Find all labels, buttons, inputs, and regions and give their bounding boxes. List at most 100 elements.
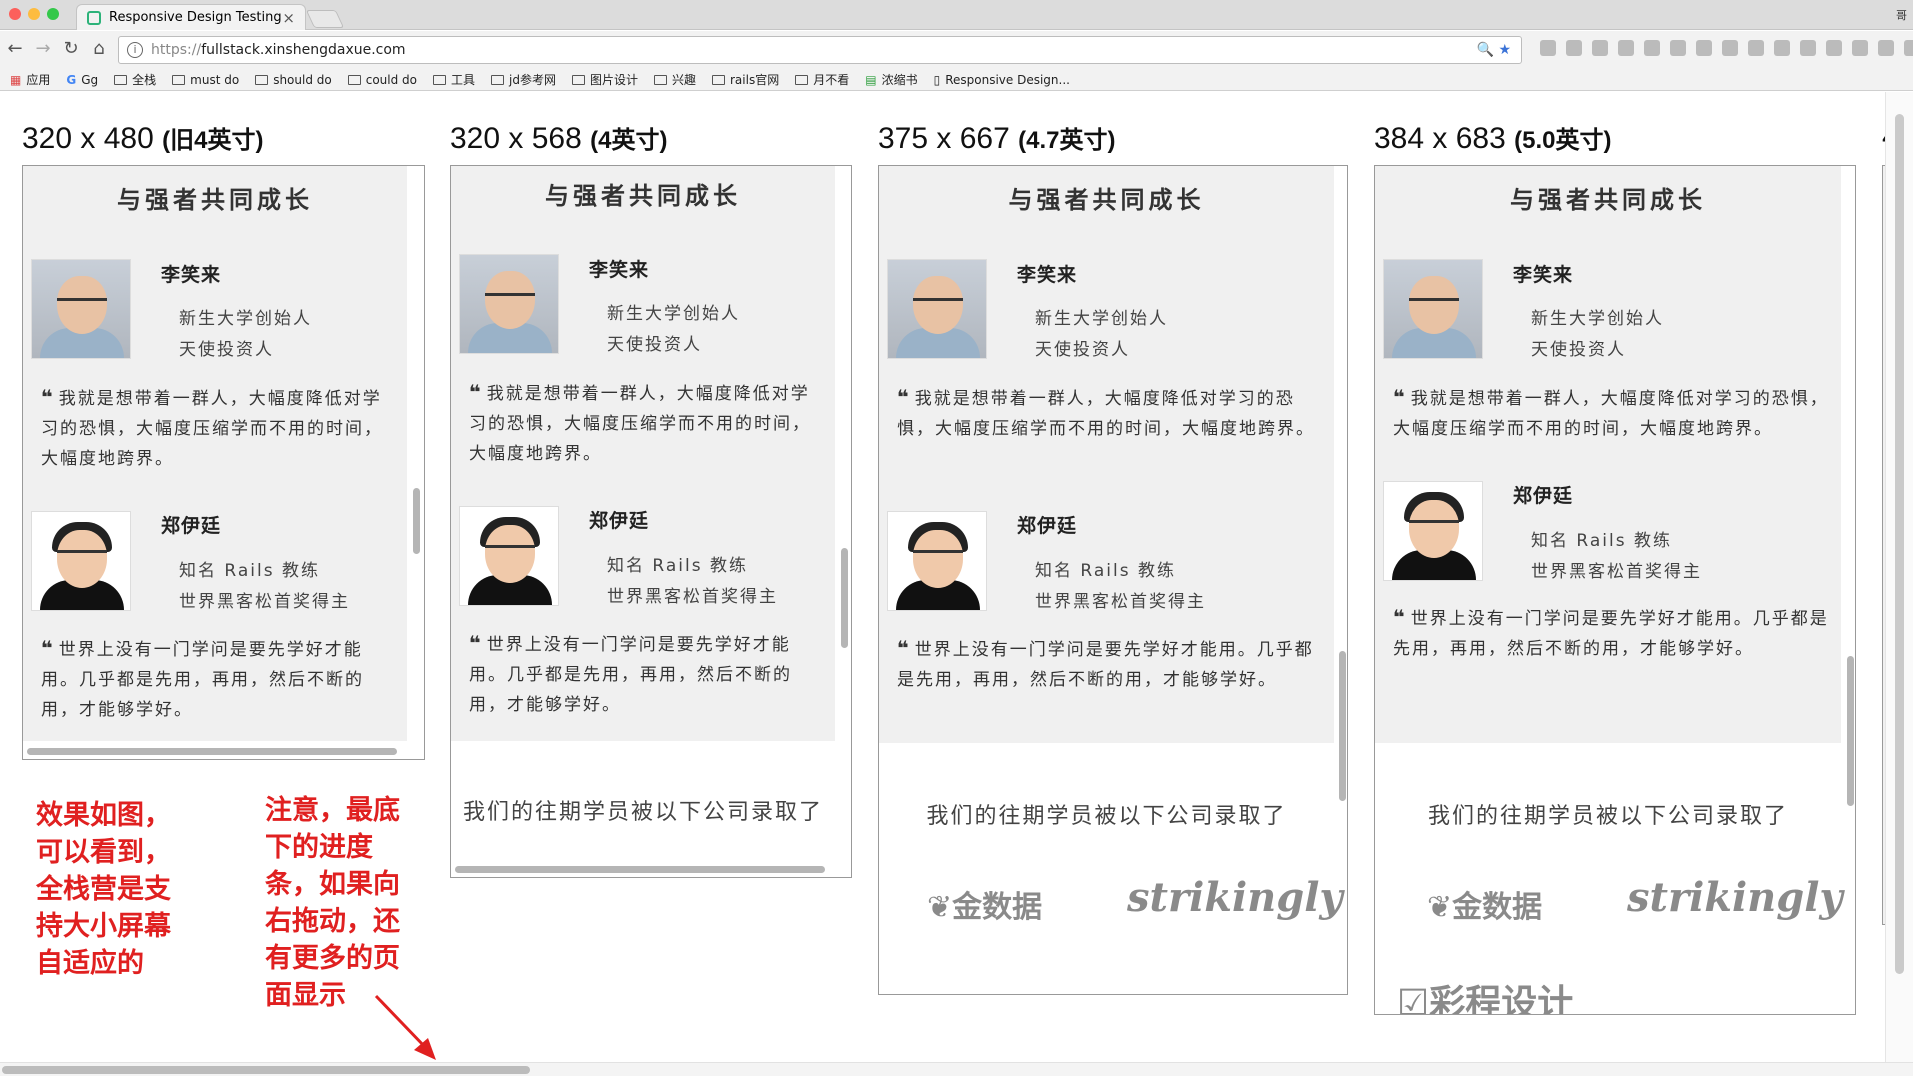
extension-icon[interactable] [1826, 40, 1842, 56]
extension-icon[interactable] [1878, 40, 1894, 56]
mentor-role: 新生大学创始人 [607, 304, 740, 324]
folder-icon [172, 74, 186, 85]
logo-jinshuju: ❦金数据 [1427, 890, 1543, 925]
bookmark-folder[interactable]: must do [172, 73, 239, 87]
extension-icon[interactable] [1618, 40, 1634, 56]
page-vertical-scrollbar-track[interactable] [1885, 92, 1913, 1062]
address-bar[interactable]: i https://fullstack.xinshengdaxue.com 🔍 … [118, 36, 1522, 64]
bookmark-folder[interactable]: jd参考网 [491, 71, 556, 88]
minimize-window-button[interactable] [28, 8, 40, 20]
companies-title: 我们的往期学员被以下公司录取了 [926, 804, 1287, 829]
leaf-icon: ❦ [927, 890, 953, 925]
site-info-icon[interactable]: i [127, 42, 143, 58]
folder-icon [347, 74, 361, 85]
back-arrow-icon[interactable]: ← [4, 38, 26, 59]
frame-vertical-scrollbar[interactable] [841, 548, 848, 648]
extension-icon[interactable] [1696, 40, 1712, 56]
mentor-role: 知名 Rails 教练 [607, 556, 748, 576]
maximize-window-button[interactable] [47, 8, 59, 20]
apps-grid-icon: ▦ [10, 72, 22, 87]
viewport-frame-320x480[interactable]: 与强者共同成长 李笑来 新生大学创始人 天使投资人 ❝ 我就是想带着一群人，大幅度… [22, 165, 425, 760]
mentor-quote: ❝ 世界上没有一门学问是要先学好才能用。几乎都是先用，再用，然后不断的用，才能够学… [897, 636, 1314, 690]
browser-tab-strip: Responsive Design Testing × 哥 [0, 0, 1913, 30]
folder-icon [433, 74, 446, 85]
bookmark-folder[interactable]: could do [347, 73, 417, 87]
mentor-name: 李笑来 [161, 264, 222, 286]
viewport-frame-384x683[interactable]: 与强者共同成长 李笑来 新生大学创始人 天使投资人 ❝ 我就是想带着一群人，大幅度… [1374, 165, 1856, 1015]
bookmark-folder[interactable]: 月不看 [795, 71, 849, 88]
bookmark-folder[interactable]: 全栈 [114, 71, 156, 88]
mentor-role: 知名 Rails 教练 [1035, 561, 1176, 581]
book-icon: ▤ [865, 72, 877, 87]
mentor-quote: ❝ 世界上没有一门学问是要先学好才能用。几乎都是先用，再用，然后不断的用，才能够学… [469, 631, 792, 715]
frame-vertical-scrollbar[interactable] [1339, 651, 1346, 801]
tab-close-icon[interactable]: × [282, 9, 295, 27]
extension-icon[interactable] [1904, 40, 1913, 56]
bookmark-gg[interactable]: G Gg [66, 73, 98, 87]
page-icon: ▯ [933, 72, 941, 87]
bookmark-folder[interactable]: 图片设计 [571, 71, 638, 88]
frame-horizontal-scrollbar[interactable] [455, 866, 825, 873]
reload-icon[interactable]: ↻ [60, 38, 82, 59]
page-horizontal-scrollbar[interactable] [2, 1066, 530, 1074]
extension-icon[interactable] [1852, 40, 1868, 56]
site-headline: 与强者共同成长 [117, 186, 313, 214]
close-window-button[interactable] [9, 8, 21, 20]
mentor-avatar [31, 259, 131, 359]
bookmark-folder[interactable]: should do [255, 73, 332, 87]
new-tab-button[interactable] [305, 10, 345, 28]
frame-vertical-scrollbar[interactable] [1847, 656, 1854, 806]
profile-label[interactable]: 哥 [1896, 7, 1907, 23]
mentor-role: 世界黑客松首奖得主 [607, 587, 778, 607]
browser-toolbar: ← → ↻ ⌂ i https://fullstack.xinshengdaxu… [0, 31, 1913, 69]
viewport-frame-320x568[interactable]: 与强者共同成长 李笑来 新生大学创始人 天使投资人 ❝ 我就是想带着一群人，大幅度… [450, 165, 852, 878]
extension-icon[interactable] [1774, 40, 1790, 56]
mentor-avatar [887, 511, 987, 611]
extension-icon[interactable] [1670, 40, 1686, 56]
extension-icon[interactable] [1800, 40, 1816, 56]
extension-icon[interactable] [1722, 40, 1738, 56]
bookmark-book[interactable]: ▤ 浓缩书 [865, 71, 917, 88]
forward-arrow-icon[interactable]: → [32, 38, 54, 59]
page-horizontal-scrollbar-track[interactable] [0, 1062, 1913, 1076]
mentor-role: 天使投资人 [1531, 340, 1626, 360]
mentor-role: 新生大学创始人 [1035, 309, 1168, 329]
mentor-name: 李笑来 [589, 259, 650, 281]
mentor-quote: ❝ 我就是想带着一群人，大幅度降低对学习的恐惧，大幅度压缩学而不用的时间，大幅度地… [1393, 385, 1829, 439]
extension-icon[interactable] [1644, 40, 1660, 56]
folder-icon [255, 74, 269, 85]
site-headline: 与强者共同成长 [545, 182, 741, 210]
viewport-title: 320 x 568 (4英寸) [450, 122, 668, 155]
bookmark-apps[interactable]: ▦ 应用 [10, 71, 50, 88]
annotation-note: 效果如图， 可以看到， 全栈营是支 持大小屏幕 自适应的 [36, 800, 171, 979]
frame-vertical-scrollbar[interactable] [413, 488, 420, 554]
extension-icon[interactable] [1748, 40, 1764, 56]
extension-icon[interactable] [1540, 40, 1556, 56]
mentor-quote: ❝ 世界上没有一门学问是要先学好才能用。几乎都是先用，再用，然后不断的用，才能够学… [1393, 605, 1829, 659]
frame-horizontal-scrollbar[interactable] [27, 748, 397, 755]
quote-mark-icon: ❝ [897, 385, 911, 409]
bookmark-star-icon[interactable]: 🔍 ★ [1477, 42, 1511, 58]
site-favicon-icon [87, 10, 101, 25]
home-icon[interactable]: ⌂ [88, 38, 110, 59]
leaf-icon: ❦ [1427, 890, 1453, 925]
browser-tab-active[interactable]: Responsive Design Testing × [76, 4, 306, 30]
bookmark-folder[interactable]: rails官网 [712, 71, 779, 88]
viewport-title: 375 x 667 (4.7英寸) [878, 122, 1116, 155]
extension-icon[interactable] [1592, 40, 1608, 56]
bookmark-folder[interactable]: 工具 [433, 71, 475, 88]
viewport-title: 384 x 683 (5.0英寸) [1374, 122, 1612, 155]
logo-caicheng: ☑彩程设计 [1397, 974, 1573, 1015]
folder-icon [114, 74, 128, 85]
bookmark-folder[interactable]: 兴趣 [653, 71, 696, 88]
page-vertical-scrollbar[interactable] [1895, 114, 1904, 974]
mentor-avatar [1383, 259, 1483, 359]
viewport-frame-375x667[interactable]: 与强者共同成长 李笑来 新生大学创始人 天使投资人 ❝ 我就是想带着一群人，大幅度… [878, 165, 1348, 995]
bookmark-page[interactable]: ▯ Responsive Design... [934, 73, 1070, 87]
check-box-icon: ☑ [1397, 983, 1430, 1015]
companies-title: 我们的往期学员被以下公司录取了 [1427, 804, 1788, 829]
logo-strikingly: strikingly [1627, 874, 1843, 921]
url-text[interactable]: https://fullstack.xinshengdaxue.com [151, 42, 406, 58]
mentor-role: 新生大学创始人 [179, 309, 312, 329]
extension-icon[interactable] [1566, 40, 1582, 56]
